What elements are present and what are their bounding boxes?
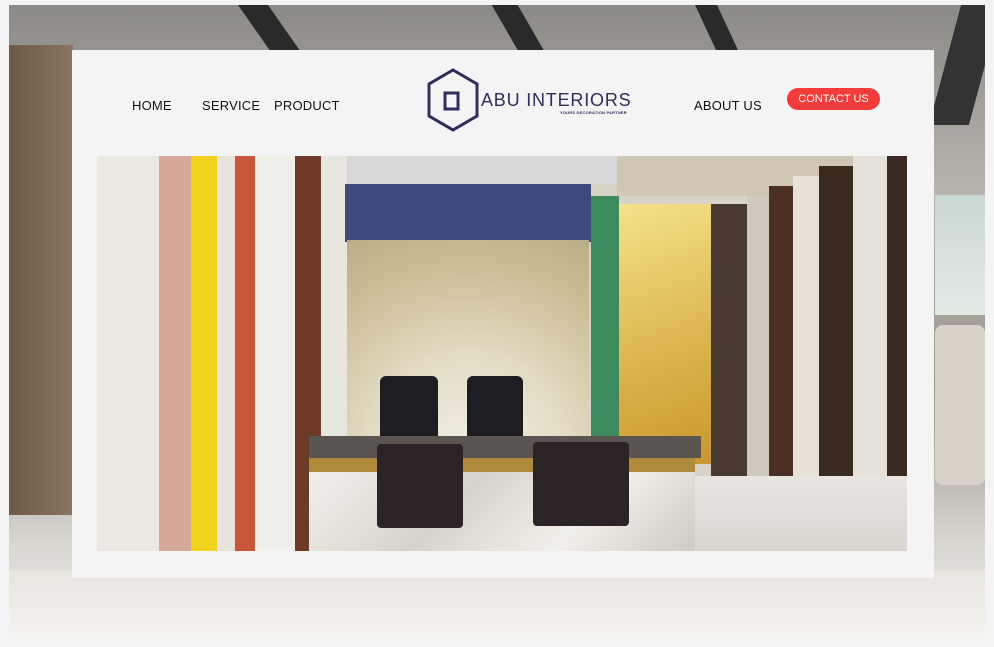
house-hexagon-icon <box>427 68 479 132</box>
nav-home-link[interactable]: HOME <box>132 98 172 114</box>
bg-wall <box>9 45 73 515</box>
logo-name: ABU INTERIORS <box>481 90 632 110</box>
main-card: HOME SERVICE PRODUCT ABOUT US ABU INTERI… <box>72 50 934 578</box>
bg-sofa <box>935 325 985 485</box>
bg-pillar <box>928 5 985 125</box>
hero-image <box>97 156 907 551</box>
bg-floor <box>9 570 985 640</box>
bg-window <box>935 195 985 315</box>
contact-us-button[interactable]: CONTACT US <box>787 88 880 110</box>
nav-about-link[interactable]: ABOUT US <box>694 98 762 114</box>
brand-logo[interactable]: ABU INTERIORS YOURS DECORATION PARTNER <box>425 68 631 132</box>
logo-tagline: YOURS DECORATION PARTNER <box>560 110 627 115</box>
nav-product-link[interactable]: PRODUCT <box>274 98 340 114</box>
nav-service-link[interactable]: SERVICE <box>202 98 260 114</box>
